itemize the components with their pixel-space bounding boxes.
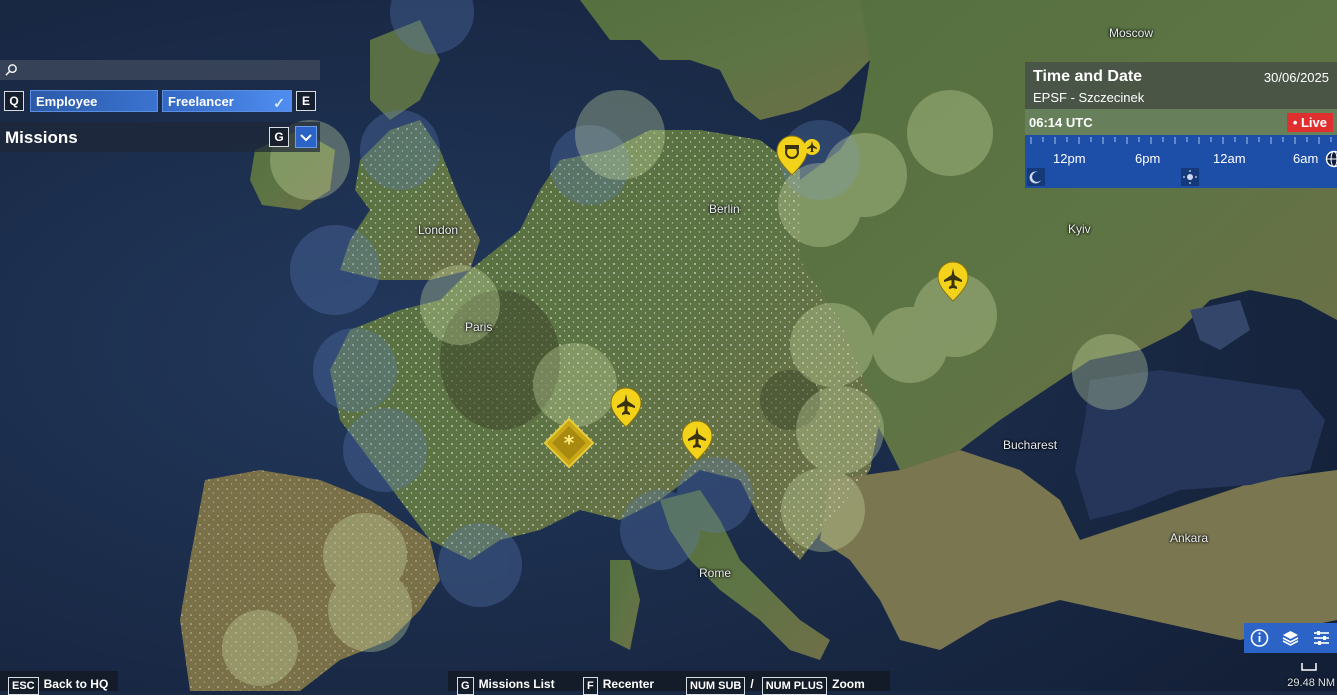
timeline-ticks bbox=[1025, 135, 1337, 149]
key-hint-q: Q bbox=[4, 91, 24, 111]
back-to-hq-hint[interactable]: ESC Back to HQ bbox=[8, 677, 108, 695]
settings-button[interactable] bbox=[1306, 623, 1337, 653]
city-label-bucharest: Bucharest bbox=[1003, 438, 1057, 452]
employee-filter-tab[interactable]: Employee bbox=[30, 90, 158, 112]
live-button[interactable]: • Live bbox=[1287, 113, 1333, 132]
freelancer-filter-tab[interactable]: Freelancer ✓ bbox=[162, 90, 292, 112]
checkmark-icon: ✓ bbox=[273, 95, 285, 112]
map-scale: 29.48 NM bbox=[1272, 659, 1337, 691]
time-panel-location: EPSF - Szczecinek bbox=[1033, 90, 1144, 105]
recenter-label: Recenter bbox=[603, 677, 654, 691]
city-label-ankara: Ankara bbox=[1170, 531, 1208, 545]
missions-list-label: Missions List bbox=[479, 677, 555, 691]
zoom-label: Zoom bbox=[832, 677, 865, 691]
scale-label: 29.48 NM bbox=[1287, 677, 1335, 689]
scale-bar-icon bbox=[1272, 659, 1337, 673]
city-label-paris: Paris bbox=[465, 320, 492, 334]
city-label-rome: Rome bbox=[699, 566, 731, 580]
time-and-date-panel: Time and Date 30/06/2025 EPSF - Szczecin… bbox=[1025, 62, 1337, 188]
time-panel-header: Time and Date 30/06/2025 EPSF - Szczecin… bbox=[1025, 62, 1337, 109]
info-button[interactable] bbox=[1244, 623, 1275, 653]
missions-header: Missions G bbox=[0, 122, 320, 152]
utc-time: 06:14 UTC bbox=[1029, 115, 1093, 130]
zoom-hint[interactable]: NUM SUB / NUM PLUS Zoom bbox=[686, 677, 865, 695]
employee-filter-label: Employee bbox=[36, 94, 97, 109]
timeline-slider[interactable]: 12pm 6pm 12am 6am bbox=[1025, 135, 1337, 188]
current-time-bar: 06:14 UTC • Live bbox=[1025, 109, 1337, 135]
globe-icon[interactable] bbox=[1325, 150, 1337, 168]
timeline-label-6am: 6am bbox=[1293, 151, 1318, 166]
back-to-hq-label: Back to HQ bbox=[44, 677, 109, 691]
bottom-hint-bar-left: ESCBack to HQ bbox=[0, 671, 118, 691]
mission-filter-row: Q Employee Freelancer ✓ E bbox=[4, 90, 320, 112]
city-label-kyiv: Kyiv bbox=[1068, 222, 1091, 236]
search-icon bbox=[5, 63, 18, 76]
search-input[interactable] bbox=[24, 60, 318, 82]
key-hint-num-plus: NUM PLUS bbox=[762, 677, 827, 695]
key-hint-g: G bbox=[269, 127, 289, 147]
recenter-hint[interactable]: F Recenter bbox=[583, 677, 654, 695]
city-label-london: London bbox=[418, 223, 458, 237]
bottom-hint-bar: GMissions List FRecenter NUM SUB/NUM PLU… bbox=[448, 671, 890, 691]
freelancer-filter-label: Freelancer bbox=[168, 94, 234, 109]
moon-icon bbox=[1027, 168, 1045, 186]
key-hint-g: G bbox=[457, 677, 474, 695]
sliders-icon bbox=[1306, 623, 1337, 653]
key-hint-esc: ESC bbox=[8, 677, 39, 695]
map-tools bbox=[1244, 623, 1337, 653]
time-panel-title: Time and Date bbox=[1033, 68, 1142, 86]
timeline-label-12pm: 12pm bbox=[1053, 151, 1086, 166]
key-hint-e: E bbox=[296, 91, 316, 111]
timeline-label-12am: 12am bbox=[1213, 151, 1246, 166]
city-label-berlin: Berlin bbox=[709, 202, 740, 216]
key-hint-f: F bbox=[583, 677, 598, 695]
key-hint-num-sub: NUM SUB bbox=[686, 677, 745, 695]
missions-list-hint[interactable]: G Missions List bbox=[457, 677, 555, 695]
search-bar bbox=[0, 60, 320, 80]
sun-icon bbox=[1181, 168, 1199, 186]
time-panel-date: 30/06/2025 bbox=[1264, 70, 1329, 85]
missions-dropdown-button[interactable] bbox=[295, 126, 317, 148]
chevron-down-icon bbox=[296, 127, 316, 147]
city-label-moscow: Moscow bbox=[1109, 26, 1153, 40]
layers-button[interactable] bbox=[1275, 623, 1306, 653]
layers-icon bbox=[1275, 623, 1306, 653]
info-icon bbox=[1244, 623, 1275, 653]
small-airplane-marker bbox=[804, 139, 820, 155]
missions-title: Missions bbox=[5, 128, 78, 148]
zoom-separator: / bbox=[750, 677, 753, 691]
timeline-label-6pm: 6pm bbox=[1135, 151, 1160, 166]
svg-text:*: * bbox=[564, 431, 575, 455]
